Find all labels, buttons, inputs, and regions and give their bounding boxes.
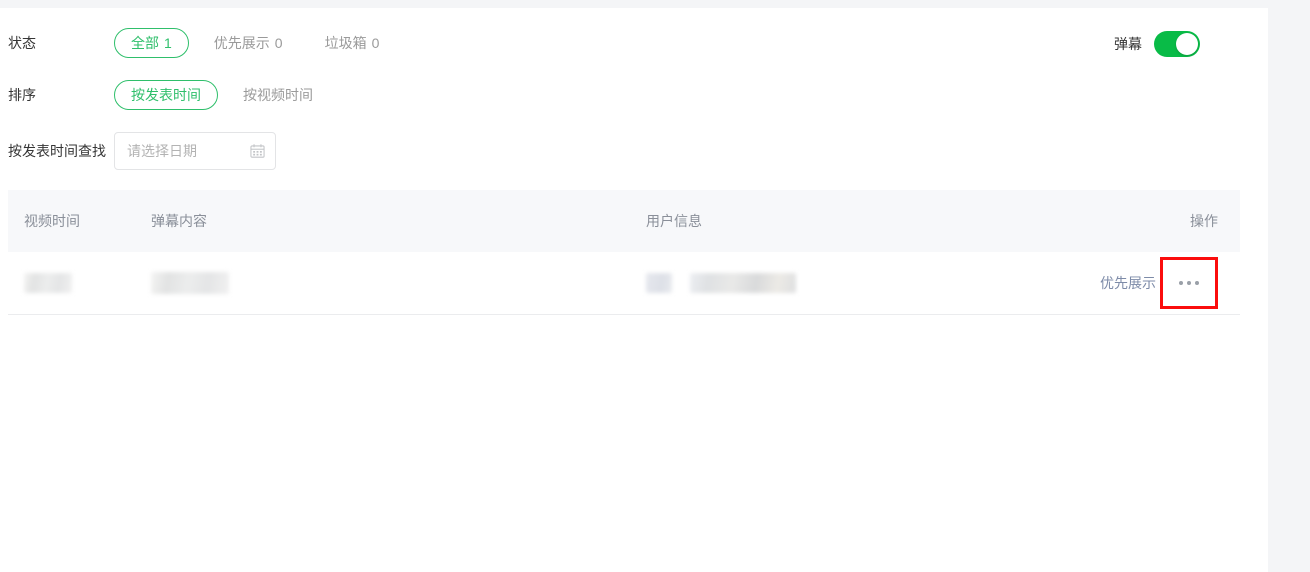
cell-video-time (8, 273, 143, 293)
sort-tab-by-publish-time-label: 按发表时间 (131, 87, 201, 103)
content-panel: 状态 全部 1 优先展示 0 垃圾箱 0 弹幕 排序 按发表时间 按视频时间 按… (0, 0, 1268, 572)
more-actions-button[interactable] (1160, 257, 1218, 309)
status-filter-label: 状态 (8, 35, 36, 51)
danmu-toggle-switch[interactable] (1154, 31, 1200, 57)
danmu-table: 视频时间 弹幕内容 用户信息 操作 优先展示 (8, 190, 1240, 315)
date-picker-placeholder: 请选择日期 (127, 143, 197, 159)
filter-row-status: 状态 全部 1 优先展示 0 垃圾箱 0 (0, 26, 396, 60)
filter-row-sort: 排序 按发表时间 按视频时间 (0, 78, 330, 112)
status-tab-trash-count: 0 (371, 35, 380, 51)
redacted-user-avatar (646, 273, 672, 293)
redacted-video-time (24, 273, 72, 293)
danmu-switch-group: 弹幕 (1114, 28, 1200, 60)
redacted-danmu-content (151, 272, 229, 294)
status-tab-priority[interactable]: 优先展示 0 (197, 28, 300, 58)
right-gutter (1268, 0, 1310, 572)
column-header-operations: 操作 (1190, 213, 1218, 229)
table-row[interactable]: 优先展示 (8, 252, 1240, 315)
date-picker-input[interactable]: 请选择日期 (114, 132, 276, 170)
sort-tab-by-video-time-label: 按视频时间 (243, 87, 313, 103)
status-tab-all-label: 全部 (131, 35, 159, 51)
set-priority-link[interactable]: 优先展示 (1100, 273, 1156, 293)
redacted-user-name (689, 273, 796, 293)
status-tab-all-count: 1 (164, 35, 172, 51)
status-tab-priority-label: 优先展示 (213, 35, 270, 51)
table-header-row: 视频时间 弹幕内容 用户信息 操作 (8, 190, 1240, 252)
cell-danmu-content (143, 272, 578, 294)
status-tab-all[interactable]: 全部 1 (114, 28, 189, 58)
top-spacer-strip (0, 0, 1268, 8)
sort-tab-by-publish-time[interactable]: 按发表时间 (114, 80, 218, 110)
column-header-danmu-content: 弹幕内容 (151, 213, 207, 229)
column-header-user-info: 用户信息 (646, 213, 702, 229)
status-tab-priority-count: 0 (274, 35, 283, 51)
sort-filter-label: 排序 (8, 87, 36, 103)
sort-tab-by-video-time[interactable]: 按视频时间 (226, 80, 330, 110)
page-root: 状态 全部 1 优先展示 0 垃圾箱 0 弹幕 排序 按发表时间 按视频时间 按… (0, 0, 1310, 572)
column-header-video-time: 视频时间 (24, 213, 80, 229)
ellipsis-icon (1179, 281, 1199, 285)
filter-row-date-search: 按发表时间查找 请选择日期 (0, 132, 276, 170)
danmu-switch-label: 弹幕 (1114, 36, 1142, 52)
status-tab-trash-label: 垃圾箱 (324, 35, 367, 51)
cell-user-info (578, 273, 1048, 293)
cell-operations: 优先展示 (1048, 257, 1240, 309)
toggle-knob (1176, 33, 1198, 55)
date-search-label: 按发表时间查找 (8, 143, 106, 159)
status-tab-trash[interactable]: 垃圾箱 0 (308, 28, 397, 58)
calendar-icon (250, 144, 265, 158)
